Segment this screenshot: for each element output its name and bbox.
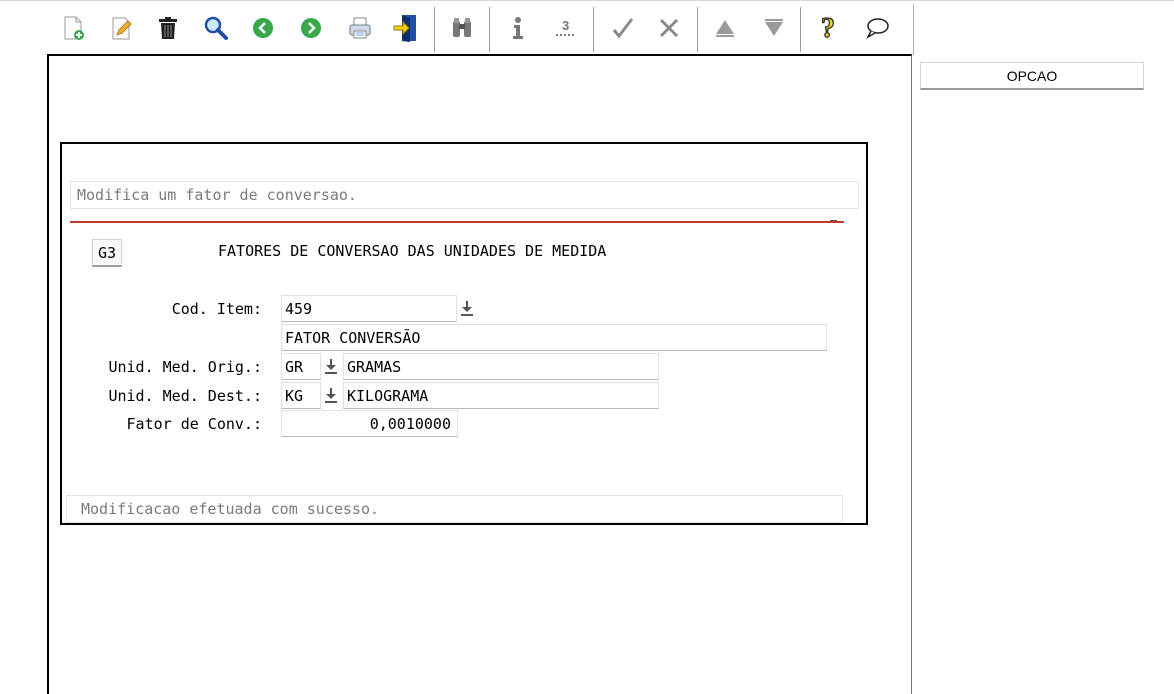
screen-code-button[interactable]: G3 — [92, 239, 122, 267]
down-icon[interactable] — [758, 12, 790, 44]
cod-item-lookup-icon[interactable] — [459, 297, 475, 319]
svg-text:3: 3 — [562, 18, 569, 33]
toolbar: 3 ? — [47, 4, 914, 55]
exit-icon[interactable] — [390, 12, 422, 44]
cod-item-description: FATOR CONVERSÃO — [281, 324, 827, 351]
search-icon[interactable] — [200, 12, 232, 44]
trash-icon[interactable] — [152, 12, 184, 44]
cursor-mark — [830, 220, 837, 221]
cancel-icon[interactable] — [653, 12, 685, 44]
chat-icon[interactable] — [861, 12, 893, 44]
svg-text:?: ? — [821, 13, 835, 43]
confirm-icon[interactable] — [607, 12, 639, 44]
unid-dest-description: KILOGRAMA — [343, 382, 659, 409]
top-border — [0, 0, 1174, 1]
opcao-button[interactable]: OPCAO — [920, 62, 1144, 90]
unid-dest-label: Unid. Med. Dest.: — [108, 387, 262, 405]
sum-icon[interactable]: 3 — [550, 12, 582, 44]
info-icon[interactable] — [502, 12, 534, 44]
unid-orig-input[interactable]: GR — [281, 353, 321, 380]
toolbar-separator — [593, 7, 594, 52]
terminal-screen: Modifica um fator de conversao. G3 FATOR… — [60, 142, 868, 525]
binoculars-icon[interactable] — [446, 12, 478, 44]
unid-dest-lookup-icon[interactable] — [323, 384, 339, 406]
toolbar-separator — [800, 7, 801, 52]
unid-orig-lookup-icon[interactable] — [323, 355, 339, 377]
hint-message: Modifica um fator de conversao. — [70, 181, 859, 209]
toolbar-separator — [434, 7, 435, 52]
fator-label: Fator de Conv.: — [126, 415, 262, 433]
unid-dest-input[interactable]: KG — [281, 382, 321, 409]
up-icon[interactable] — [709, 12, 741, 44]
unid-orig-label: Unid. Med. Orig.: — [108, 358, 262, 376]
cod-item-input[interactable]: 459 — [281, 295, 457, 322]
cod-item-label: Cod. Item: — [171, 300, 262, 318]
print-icon[interactable] — [344, 12, 376, 44]
status-message: Modificacao efetuada com sucesso. — [66, 495, 843, 523]
fator-input[interactable]: 0,0010000 — [281, 410, 458, 437]
help-icon[interactable]: ? — [813, 12, 845, 44]
unid-orig-description: GRAMAS — [343, 353, 659, 380]
toolbar-separator — [489, 7, 490, 52]
new-doc-icon[interactable] — [57, 12, 89, 44]
edit-icon[interactable] — [105, 12, 137, 44]
next-icon[interactable] — [295, 12, 327, 44]
divider-line — [70, 221, 844, 223]
prev-icon[interactable] — [247, 12, 279, 44]
page-title: FATORES DE CONVERSAO DAS UNIDADES DE MED… — [218, 242, 607, 260]
toolbar-separator — [697, 7, 698, 52]
